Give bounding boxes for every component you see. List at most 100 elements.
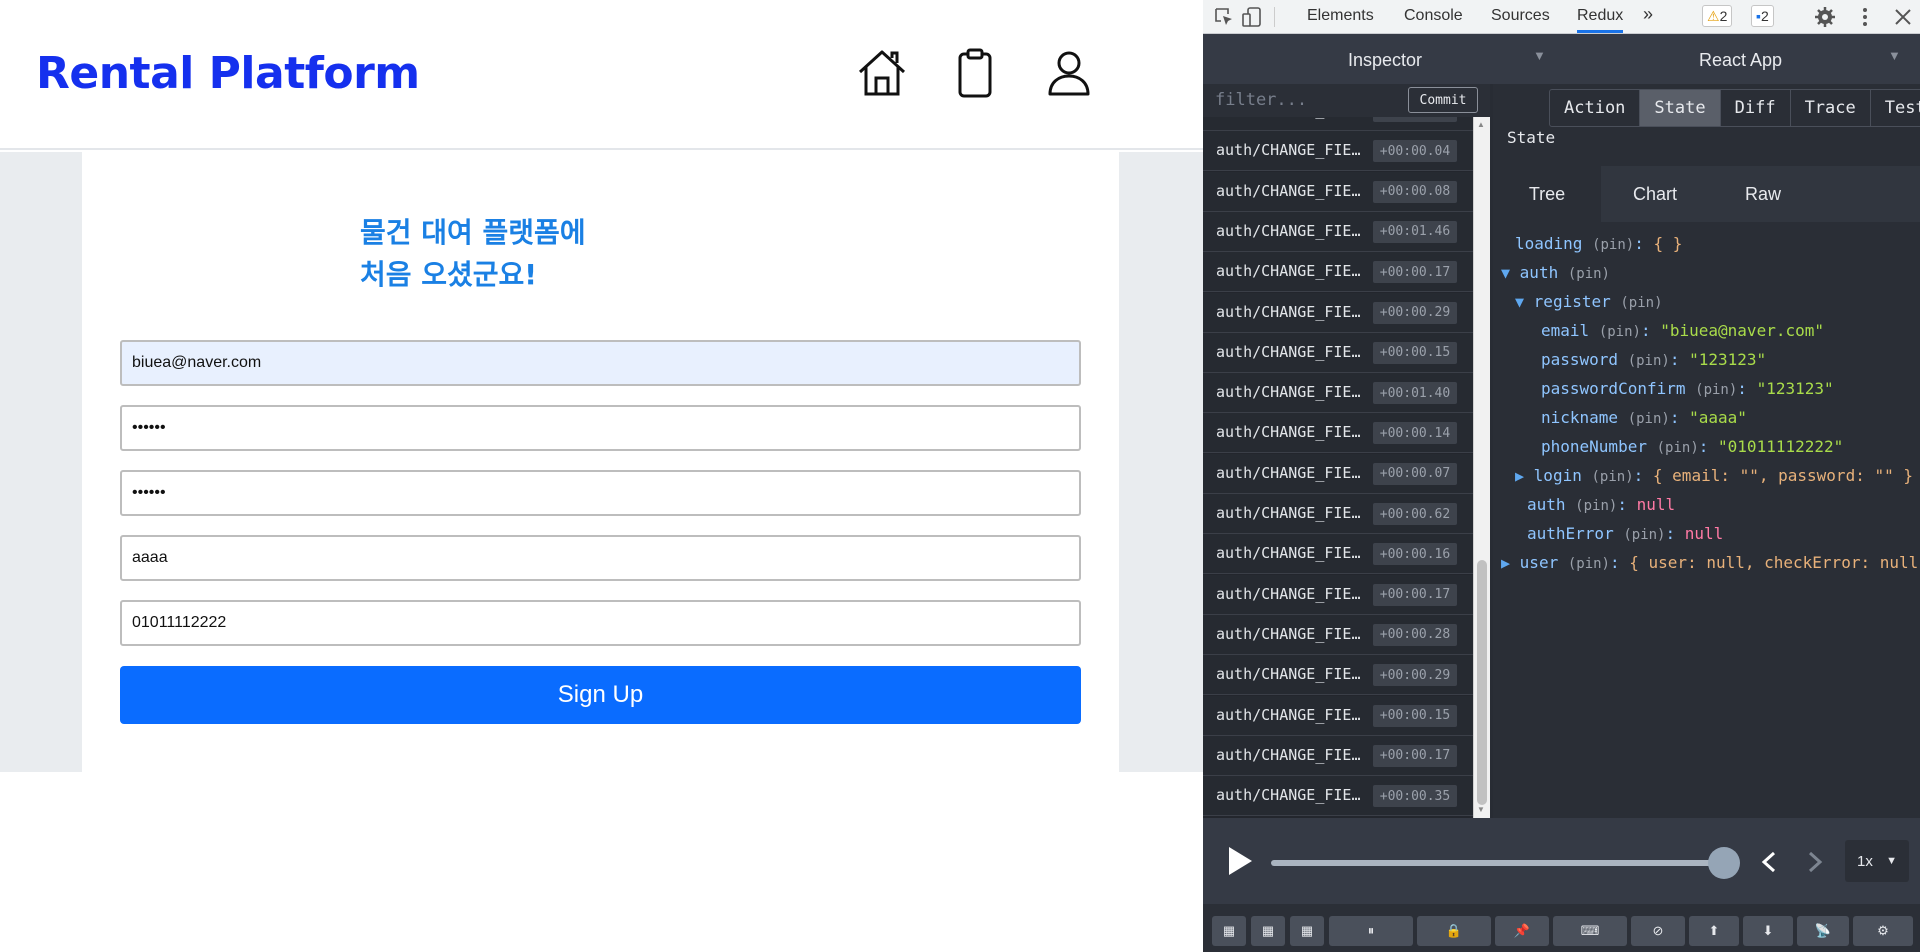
dispatcher-icon[interactable]: ⌨ [1553,916,1627,946]
home-icon[interactable] [855,46,909,100]
brand-logo[interactable]: Rental Platform [36,48,420,99]
scroll-up-icon[interactable]: ▲ [1477,120,1485,129]
action-row[interactable]: auth/CHANGE_FIE… +00:00.14 [1203,413,1473,454]
filter-input[interactable]: filter... [1215,90,1307,110]
tree-node-auth-error[interactable]: authError (pin): null [1527,524,1723,543]
commit-button[interactable]: Commit [1408,87,1478,113]
warning-icon: ⚠ [1707,8,1720,24]
import-icon[interactable]: ⬆ [1689,916,1739,946]
playback-speed-select[interactable]: 1x ▼ [1845,840,1909,882]
play-icon[interactable] [1225,844,1255,878]
action-row[interactable]: auth/CHANGE_FIE… +00:01.40 [1203,373,1473,414]
messages-badge[interactable]: ▪2 [1751,5,1774,27]
action-row[interactable]: auth/CHANGE_FIE… +00:01.46 [1203,211,1473,252]
view-tab-raw[interactable]: Raw [1709,166,1817,222]
tree-node-auth-value[interactable]: auth (pin): null [1527,495,1675,514]
tree-node-nickname[interactable]: nickname (pin): "aaaa" [1541,408,1747,427]
bottom-toolbar: ▦ ▦ ▦ ⏸ 🔒 📌 ⌨ ⊘ ⬆ ⬇ 📡 ⚙ [1203,904,1920,952]
action-row[interactable]: auth/CHANGE_FIE… +00:00.15 [1203,695,1473,736]
kebab-menu-icon[interactable] [1854,6,1876,28]
tab-elements[interactable]: Elements [1307,7,1374,25]
sign-up-button[interactable]: Sign Up [120,666,1081,724]
action-list-scrollbar[interactable]: ▲ ▼ [1473,117,1490,818]
action-name: auth/CHANGE_FIE… [1216,221,1361,240]
action-row[interactable]: auth/CHANGE_FIE… +00:00.17 [1203,252,1473,293]
react-app-select[interactable]: React App [1699,50,1782,71]
subtab-test[interactable]: Test [1869,90,1920,126]
tree-node-phone-number[interactable]: phoneNumber (pin): "01011112222" [1541,437,1843,456]
action-row[interactable]: auth/CHANGE_FIE… +00:00.29 [1203,655,1473,696]
action-name: auth/CHANGE_FIE… [1216,624,1361,643]
action-row[interactable]: auth/CHANGE_FIE… +00:00.15 [1203,332,1473,373]
slider-track[interactable] [1271,860,1731,866]
phone-field[interactable]: 01011112222 [120,600,1081,646]
action-row[interactable]: auth/CHANGE_FIE… +00:00.28 [1203,614,1473,655]
clipboard-icon[interactable] [948,46,1002,100]
action-row[interactable]: auth/CHANGE_FIE… +00:00.07 [1203,453,1473,494]
log-monitor-icon[interactable]: ▦ [1212,916,1246,946]
tree-node-email[interactable]: email (pin): "biuea@naver.com" [1541,321,1824,340]
remote-icon[interactable]: 📡 [1797,916,1849,946]
subtab-state[interactable]: State [1639,90,1720,126]
inspector-dropdown-icon[interactable]: ▼ [1533,48,1546,63]
tree-node-auth[interactable]: ▼ auth (pin) [1501,263,1610,282]
email-field[interactable]: biuea@naver.com [120,340,1081,386]
step-forward-icon[interactable] [1805,850,1825,874]
action-row[interactable]: auth/CHANGE_FIE… +00:00.25 [1203,117,1473,131]
action-time-badge: +00:01.40 [1373,382,1457,405]
subtab-diff[interactable]: Diff [1719,90,1790,126]
filter-bar: filter... Commit [1203,84,1490,117]
tree-node-user[interactable]: ▶ user (pin): { user: null, checkError: … [1501,553,1920,572]
view-tab-tree[interactable]: Tree [1493,166,1601,222]
action-row[interactable]: auth/CHANGE_FIE… +00:00.04 [1203,131,1473,172]
lock-icon[interactable]: 🔒 [1417,916,1491,946]
tab-redux[interactable]: Redux [1577,7,1624,33]
action-row[interactable]: auth/CHANGE_FIE… +00:00.62 [1203,494,1473,534]
subtab-action[interactable]: Action [1550,90,1639,126]
action-time-badge: +00:00.07 [1373,462,1457,485]
scroll-down-icon[interactable]: ▼ [1477,805,1485,814]
tree-node-password[interactable]: password (pin): "123123" [1541,350,1766,369]
pause-recording-icon[interactable]: ⏸ [1329,916,1413,946]
step-back-icon[interactable] [1759,850,1779,874]
action-name: auth/CHANGE_FIE… [1216,423,1361,442]
tree-node-password-confirm[interactable]: passwordConfirm (pin): "123123" [1541,379,1834,398]
device-toggle-icon[interactable] [1241,6,1263,28]
react-app-dropdown-icon[interactable]: ▼ [1888,48,1901,63]
settings-icon[interactable]: ⚙ [1853,916,1913,946]
warnings-count: 2 [1719,8,1728,24]
slider-toggle-icon[interactable]: ⊘ [1631,916,1685,946]
tree-node-loading[interactable]: loading (pin): { } [1515,234,1682,253]
action-row[interactable]: auth/CHANGE_FIE… +00:00.16 [1203,534,1473,575]
action-row[interactable]: auth/CHANGE_FIE… +00:00.08 [1203,171,1473,212]
subtab-trace[interactable]: Trace [1789,90,1870,126]
scrollbar-thumb[interactable] [1477,560,1487,805]
export-icon[interactable]: ⬇ [1743,916,1793,946]
chart-layout-icon[interactable]: ▦ [1290,916,1324,946]
password-field[interactable]: •••••• [120,405,1081,451]
password-confirm-field[interactable]: •••••• [120,470,1081,516]
action-row[interactable]: auth/CHANGE_FIE… +00:00.17 [1203,735,1473,776]
nickname-field[interactable]: aaaa [120,535,1081,581]
action-name: auth/CHANGE_FIE… [1216,544,1361,563]
warnings-badge[interactable]: ⚠2 [1702,5,1733,27]
tree-node-register[interactable]: ▼ register (pin) [1515,292,1663,311]
inspector-layout-icon[interactable]: ▦ [1251,916,1285,946]
action-row[interactable]: auth/CHANGE_FIE… +00:00.29 [1203,292,1473,333]
close-devtools-icon[interactable] [1892,6,1914,28]
inspect-element-icon[interactable] [1213,6,1235,28]
view-tab-chart[interactable]: Chart [1601,166,1709,222]
settings-gear-icon[interactable] [1814,6,1836,28]
action-row[interactable]: auth/CHANGE_FIE… +00:00.17 [1203,574,1473,615]
action-time-badge: +00:00.29 [1373,301,1457,324]
pin-icon[interactable]: 📌 [1495,916,1549,946]
inspector-select[interactable]: Inspector [1348,50,1422,71]
user-icon[interactable] [1042,46,1096,100]
action-row[interactable]: auth/CHANGE_FIE… +00:00.35 [1203,776,1473,817]
more-tabs-icon[interactable]: » [1643,4,1653,25]
action-time-badge: +00:00.15 [1373,341,1457,364]
slider-handle[interactable] [1708,847,1740,879]
tree-node-login[interactable]: ▶ login (pin): { email: "", password: ""… [1515,466,1913,485]
tab-console[interactable]: Console [1404,7,1463,25]
tab-sources[interactable]: Sources [1491,7,1550,25]
